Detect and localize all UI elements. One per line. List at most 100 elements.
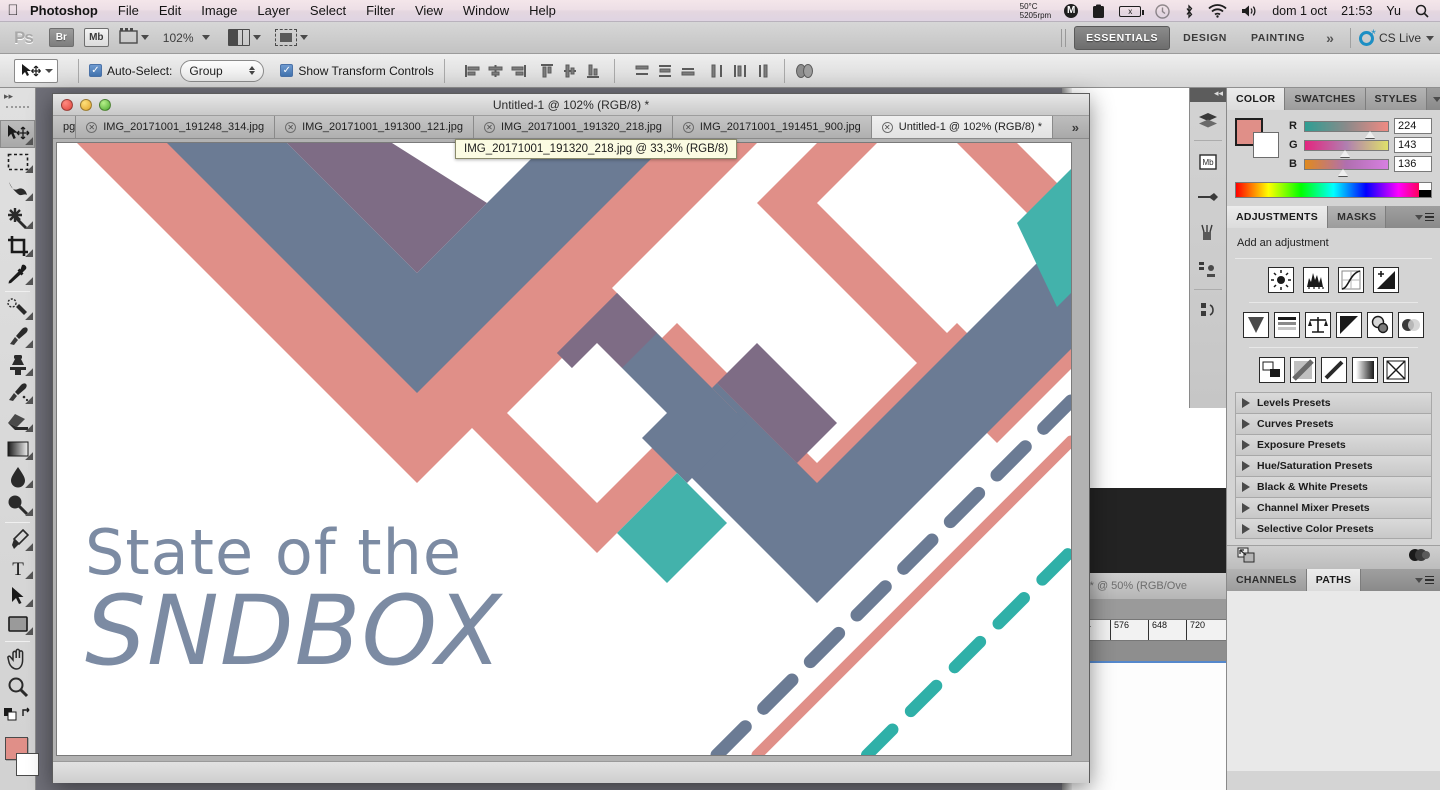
tool-crop[interactable] bbox=[0, 232, 35, 260]
zoom-chevron-down-icon[interactable] bbox=[201, 35, 210, 40]
tool-history-brush[interactable] bbox=[0, 379, 35, 407]
document-tab-1[interactable]: ✕ IMG_20171001_191248_314.jpg bbox=[76, 116, 276, 138]
symbols-icon[interactable] bbox=[1190, 251, 1226, 287]
toolbar-drag-handle[interactable] bbox=[6, 106, 29, 116]
align-bottom-edges-icon[interactable] bbox=[584, 60, 604, 82]
tool-eyedropper[interactable] bbox=[0, 260, 35, 288]
arrange-documents-button[interactable] bbox=[227, 29, 261, 46]
menu-image[interactable]: Image bbox=[191, 0, 247, 22]
document-tab-2[interactable]: ✕ IMG_20171001_191300_121.jpg bbox=[275, 116, 474, 138]
channel-value-g[interactable]: 143 bbox=[1394, 137, 1432, 153]
close-tab-icon[interactable]: ✕ bbox=[682, 121, 694, 133]
preset-black-white[interactable]: Black & White Presets bbox=[1235, 476, 1432, 497]
preset-exposure[interactable]: Exposure Presets bbox=[1235, 434, 1432, 455]
brushes-icon[interactable] bbox=[1190, 215, 1226, 251]
close-tab-icon[interactable]: ✕ bbox=[881, 121, 893, 133]
zoom-level-value[interactable]: 102% bbox=[163, 31, 194, 45]
quick-mask-mode-button[interactable] bbox=[0, 785, 35, 790]
color-spectrum-ramp[interactable] bbox=[1235, 182, 1432, 198]
bluetooth-icon[interactable] bbox=[1177, 3, 1201, 19]
posterize-icon[interactable] bbox=[1289, 357, 1316, 383]
auto-select-scope-dropdown[interactable]: Group bbox=[180, 59, 265, 82]
menu-app-name[interactable]: Photoshop bbox=[26, 0, 108, 22]
tab-paths[interactable]: PATHS bbox=[1306, 569, 1362, 591]
tool-preset-picker[interactable] bbox=[14, 58, 58, 83]
tool-move[interactable] bbox=[0, 120, 35, 148]
menu-help[interactable]: Help bbox=[519, 0, 566, 22]
workspace-grip[interactable] bbox=[1061, 29, 1067, 47]
distribute-bottom-edges-icon[interactable] bbox=[679, 60, 699, 82]
color-balance-icon[interactable] bbox=[1305, 312, 1331, 338]
tools-icon[interactable] bbox=[1190, 179, 1226, 215]
close-tab-icon[interactable]: ✕ bbox=[86, 121, 98, 133]
channels-panel-menu-button[interactable] bbox=[1409, 569, 1440, 591]
document-tab-4[interactable]: ✕ IMG_20171001_191451_900.jpg bbox=[672, 116, 872, 138]
workspace-painting[interactable]: PAINTING bbox=[1240, 27, 1316, 49]
screen-mode-button[interactable] bbox=[274, 29, 308, 46]
photo-filter-icon[interactable] bbox=[1367, 312, 1393, 338]
menubar-user[interactable]: Yu bbox=[1379, 0, 1408, 22]
volume-icon[interactable] bbox=[1234, 4, 1265, 18]
tool-rectangular-marquee[interactable] bbox=[0, 148, 35, 176]
curves-icon[interactable] bbox=[1338, 267, 1364, 293]
tool-lasso[interactable] bbox=[0, 176, 35, 204]
align-right-edges-icon[interactable] bbox=[509, 60, 529, 82]
tool-path-selection[interactable] bbox=[0, 582, 35, 610]
tool-clone-stamp[interactable] bbox=[0, 351, 35, 379]
vibrance-icon[interactable] bbox=[1243, 312, 1269, 338]
adjustments-panel-menu-button[interactable] bbox=[1409, 206, 1440, 228]
tab-channels[interactable]: CHANNELS bbox=[1227, 569, 1307, 591]
preset-selective-color[interactable]: Selective Color Presets bbox=[1235, 518, 1432, 539]
paths-panel-body[interactable] bbox=[1227, 591, 1440, 771]
distribute-vertical-centers-icon[interactable] bbox=[656, 60, 676, 82]
workspace-design[interactable]: DESIGN bbox=[1172, 27, 1238, 49]
zoom-window-button[interactable] bbox=[99, 99, 111, 111]
black-white-icon[interactable] bbox=[1336, 312, 1362, 338]
close-tab-icon[interactable]: ✕ bbox=[484, 121, 495, 133]
channel-slider-r[interactable] bbox=[1304, 120, 1389, 138]
mini-bridge-icon[interactable]: Mb bbox=[1190, 143, 1226, 179]
align-top-edges-icon[interactable] bbox=[538, 60, 558, 82]
tab-adjustments[interactable]: ADJUSTMENTS bbox=[1227, 206, 1329, 228]
tab-swatches[interactable]: SWATCHES bbox=[1285, 88, 1366, 110]
illustrator-window-title[interactable]: .ai* @ 50% (RGB/Ove bbox=[1072, 573, 1226, 599]
slider-thumb-g[interactable] bbox=[1339, 149, 1350, 157]
hue-saturation-icon[interactable] bbox=[1274, 312, 1300, 338]
slider-thumb-b[interactable] bbox=[1338, 168, 1349, 176]
tool-brush[interactable] bbox=[0, 323, 35, 351]
preset-hue-saturation[interactable]: Hue/Saturation Presets bbox=[1235, 455, 1432, 476]
cs-live-button[interactable]: CS Live bbox=[1358, 27, 1434, 46]
tool-blur[interactable] bbox=[0, 463, 35, 491]
selective-color-icon[interactable] bbox=[1382, 357, 1409, 383]
preset-channel-mixer[interactable]: Channel Mixer Presets bbox=[1235, 497, 1432, 518]
menu-meters-icon[interactable]: M bbox=[1057, 4, 1085, 18]
view-extras-button[interactable] bbox=[119, 27, 149, 49]
tool-gradient[interactable] bbox=[0, 435, 35, 463]
return-to-adjustment-list-icon[interactable] bbox=[1237, 547, 1255, 568]
preset-levels[interactable]: Levels Presets bbox=[1235, 392, 1432, 413]
brightness-contrast-icon[interactable] bbox=[1268, 267, 1294, 293]
invert-icon[interactable] bbox=[1258, 357, 1285, 383]
auto-select-checkbox[interactable]: ✓ Auto-Select: bbox=[89, 64, 172, 78]
minimize-window-button[interactable] bbox=[80, 99, 92, 111]
clipboard-icon[interactable] bbox=[1085, 4, 1112, 19]
threshold-icon[interactable] bbox=[1320, 357, 1347, 383]
menu-file[interactable]: File bbox=[108, 0, 149, 22]
dock-collapse-button[interactable]: ◂◂ bbox=[1190, 88, 1226, 102]
wifi-icon[interactable] bbox=[1201, 4, 1234, 18]
close-tab-icon[interactable]: ✕ bbox=[285, 121, 297, 133]
menu-edit[interactable]: Edit bbox=[149, 0, 191, 22]
tool-eraser[interactable] bbox=[0, 407, 35, 435]
document-status-bar[interactable] bbox=[53, 761, 1089, 783]
default-colors-and-swap[interactable] bbox=[0, 701, 35, 729]
channel-mixer-icon[interactable] bbox=[1398, 312, 1424, 338]
channel-value-r[interactable]: 224 bbox=[1394, 118, 1432, 134]
show-transform-controls-checkbox[interactable]: ✓ Show Transform Controls bbox=[280, 64, 434, 78]
menu-window[interactable]: Window bbox=[453, 0, 519, 22]
align-left-edges-icon[interactable] bbox=[463, 60, 483, 82]
close-window-button[interactable] bbox=[61, 99, 73, 111]
document-title-bar[interactable]: Untitled-1 @ 102% (RGB/8) * bbox=[53, 94, 1089, 116]
align-icon[interactable] bbox=[1190, 292, 1226, 328]
menubar-time[interactable]: 21:53 bbox=[1334, 0, 1379, 22]
tool-horizontal-type[interactable]: T bbox=[0, 554, 35, 582]
